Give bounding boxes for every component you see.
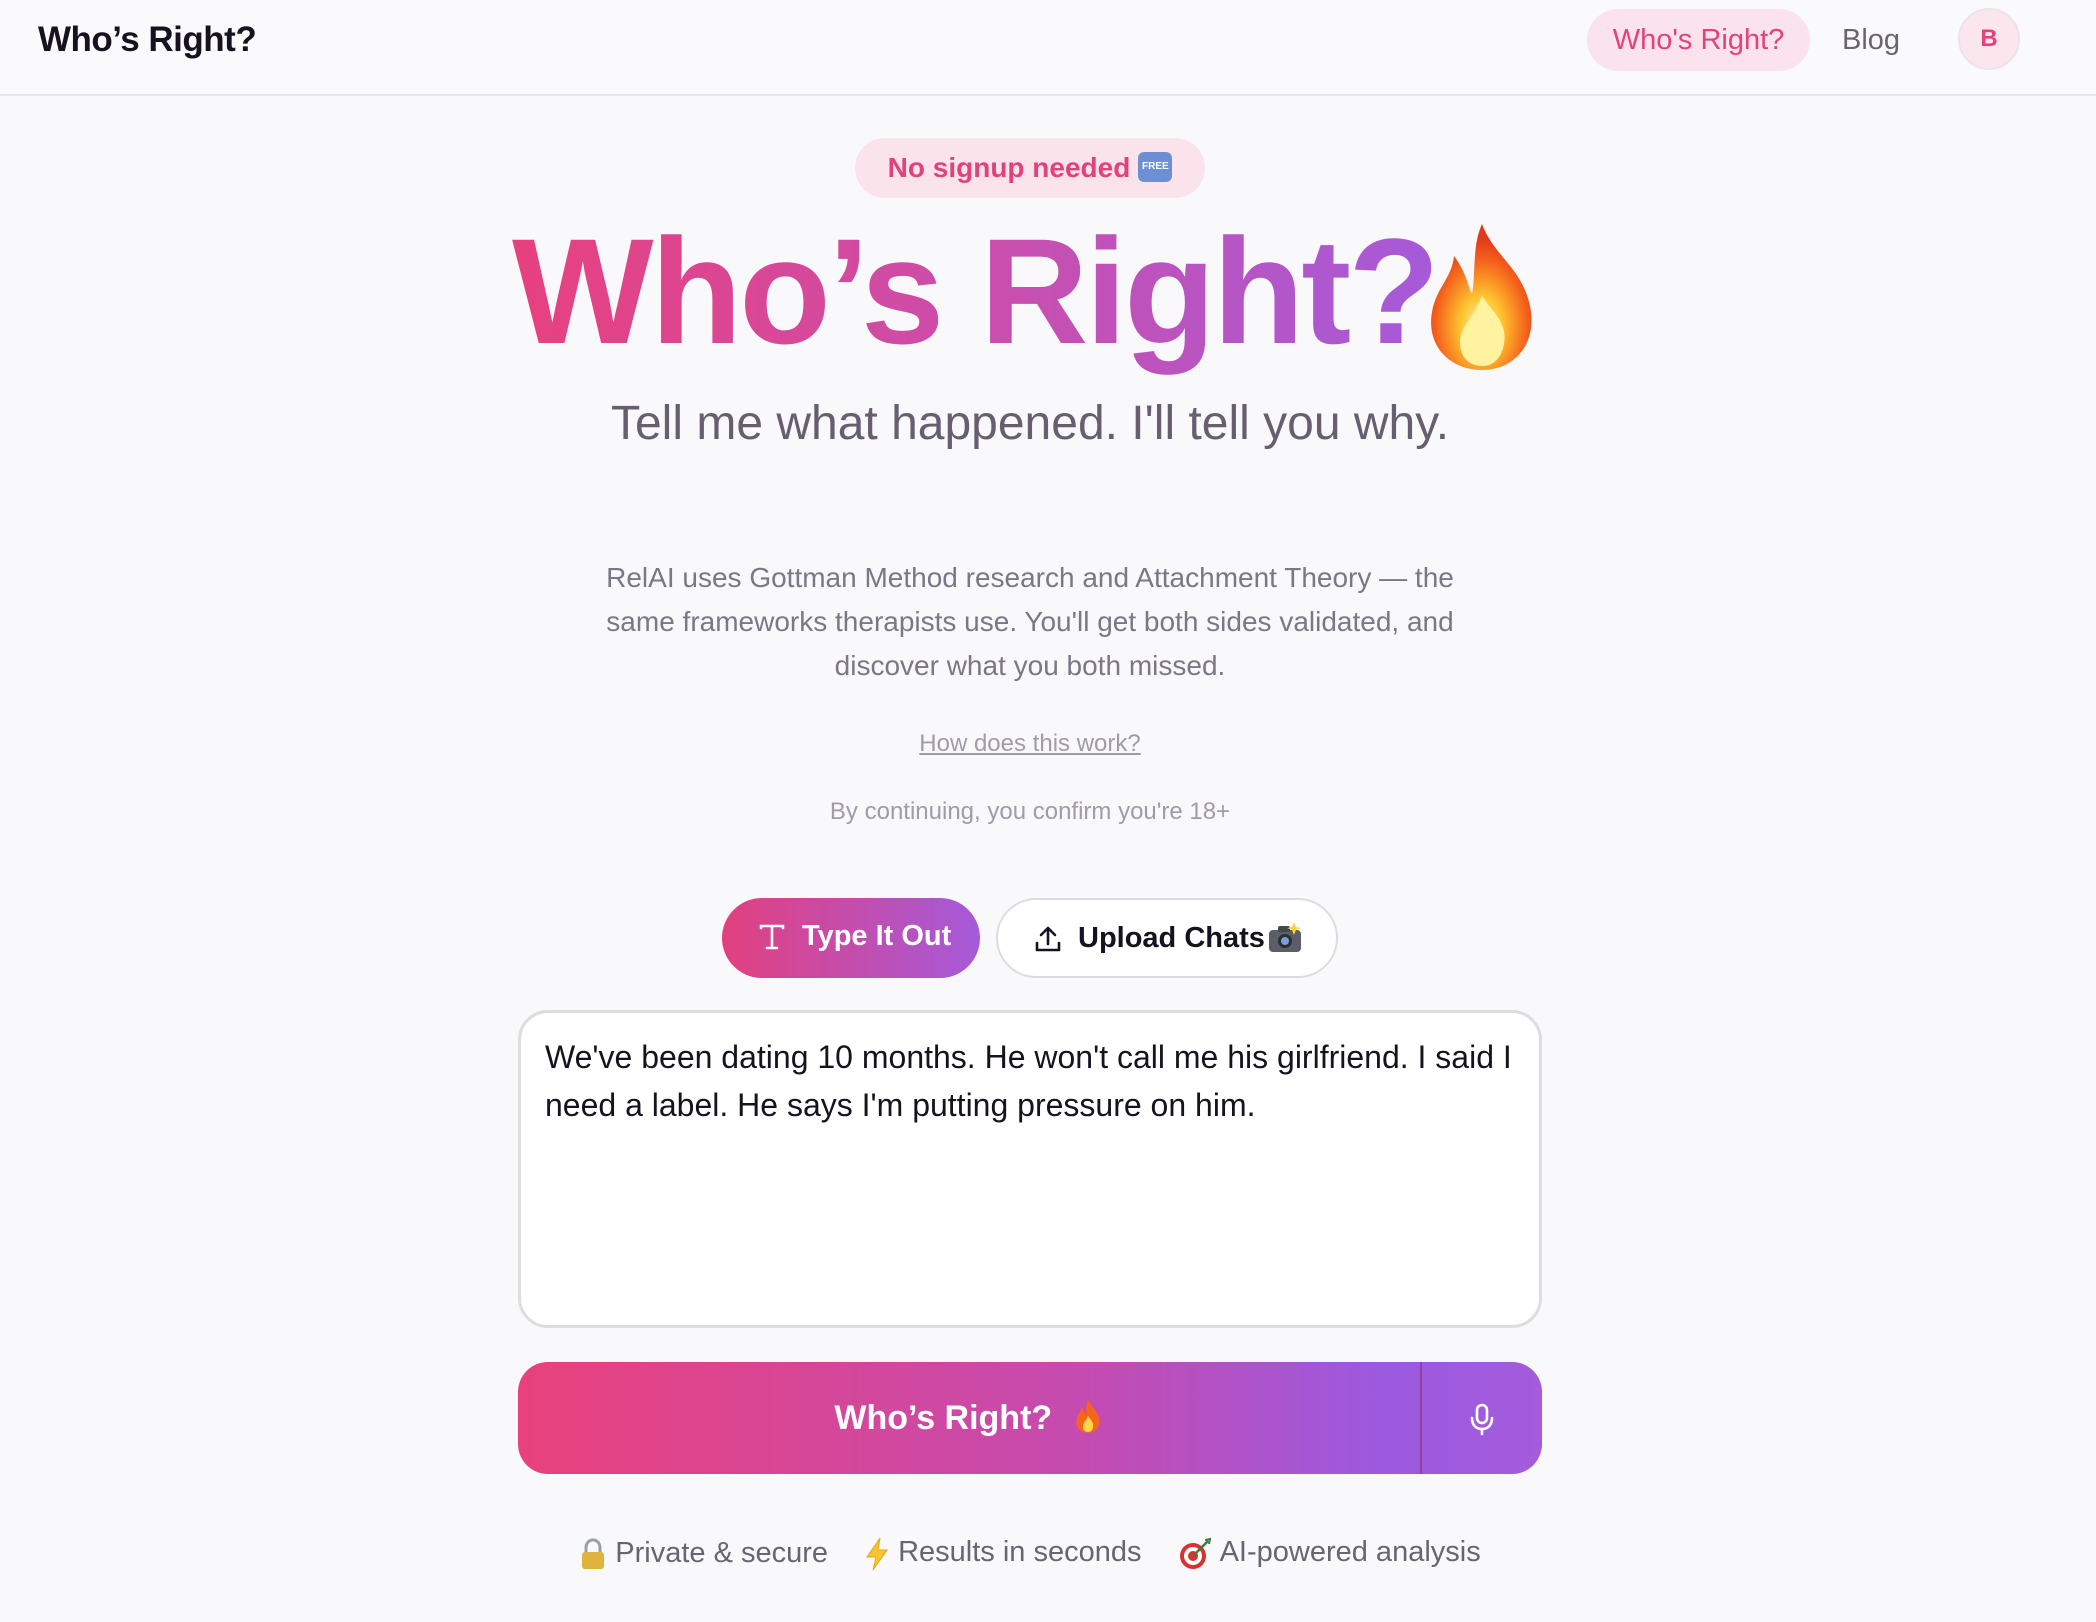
tab-upload-label: Upload Chats (1078, 922, 1265, 954)
submit-bar: Who’s Right? (518, 1362, 1542, 1474)
lock-icon (582, 1538, 605, 1570)
hero-description: RelAI uses Gottman Method research and A… (606, 562, 1454, 681)
lightning-icon (866, 1537, 889, 1570)
hero-heading: Who’s Right? (512, 196, 1552, 386)
submit-label: Who’s Right? (834, 1399, 1053, 1437)
nav-link-blog[interactable]: Blog (1842, 9, 1900, 71)
feature-ai-label: AI-powered analysis (1219, 1536, 1481, 1569)
fire-icon (1075, 1399, 1099, 1433)
nav-link-whos-right[interactable]: Who's Right? (1587, 9, 1810, 71)
page-title: Who’s Right? (512, 196, 1440, 386)
feature-speed: Results in seconds (864, 1536, 1142, 1570)
badge-text: No signup needed (887, 152, 1131, 183)
tab-type-it-out[interactable]: Type It Out (722, 898, 980, 978)
free-icon: FREE (1138, 151, 1173, 182)
brand-logo[interactable]: Who’s Right? (38, 18, 257, 62)
voice-input-button[interactable] (1422, 1362, 1542, 1474)
target-icon (1179, 1537, 1211, 1569)
tab-type-label: Type It Out (802, 920, 952, 952)
no-signup-badge: No signup needed FREE (855, 138, 1205, 198)
hero-subtitle: Tell me what happened. I'll tell you why… (610, 397, 1450, 450)
fire-icon (1431, 224, 1532, 370)
upload-icon (1035, 926, 1061, 952)
top-navigation-bar: Who’s Right? Who's Right? Blog B (0, 0, 2096, 96)
whos-right-submit-button[interactable]: Who’s Right? (518, 1362, 1420, 1474)
tab-upload-chats[interactable]: Upload Chats (996, 898, 1338, 978)
feature-ai: AI-powered analysis (1178, 1536, 1481, 1570)
microphone-icon (1470, 1403, 1494, 1436)
feature-list: Private & secure Results in seconds AI-p… (0, 1536, 2060, 1571)
feature-private: Private & secure (579, 1537, 828, 1570)
camera-flash-icon (1269, 922, 1301, 952)
age-confirmation-text: By continuing, you confirm you're 18+ (829, 798, 1231, 825)
story-input[interactable]: We've been dating 10 months. He won't ca… (518, 1010, 1542, 1328)
text-icon (759, 924, 785, 950)
feature-private-label: Private & secure (615, 1536, 829, 1569)
how-does-this-work-link[interactable]: How does this work? (0, 730, 2060, 758)
user-avatar[interactable]: B (1958, 8, 2020, 70)
feature-speed-label: Results in seconds (898, 1536, 1142, 1569)
